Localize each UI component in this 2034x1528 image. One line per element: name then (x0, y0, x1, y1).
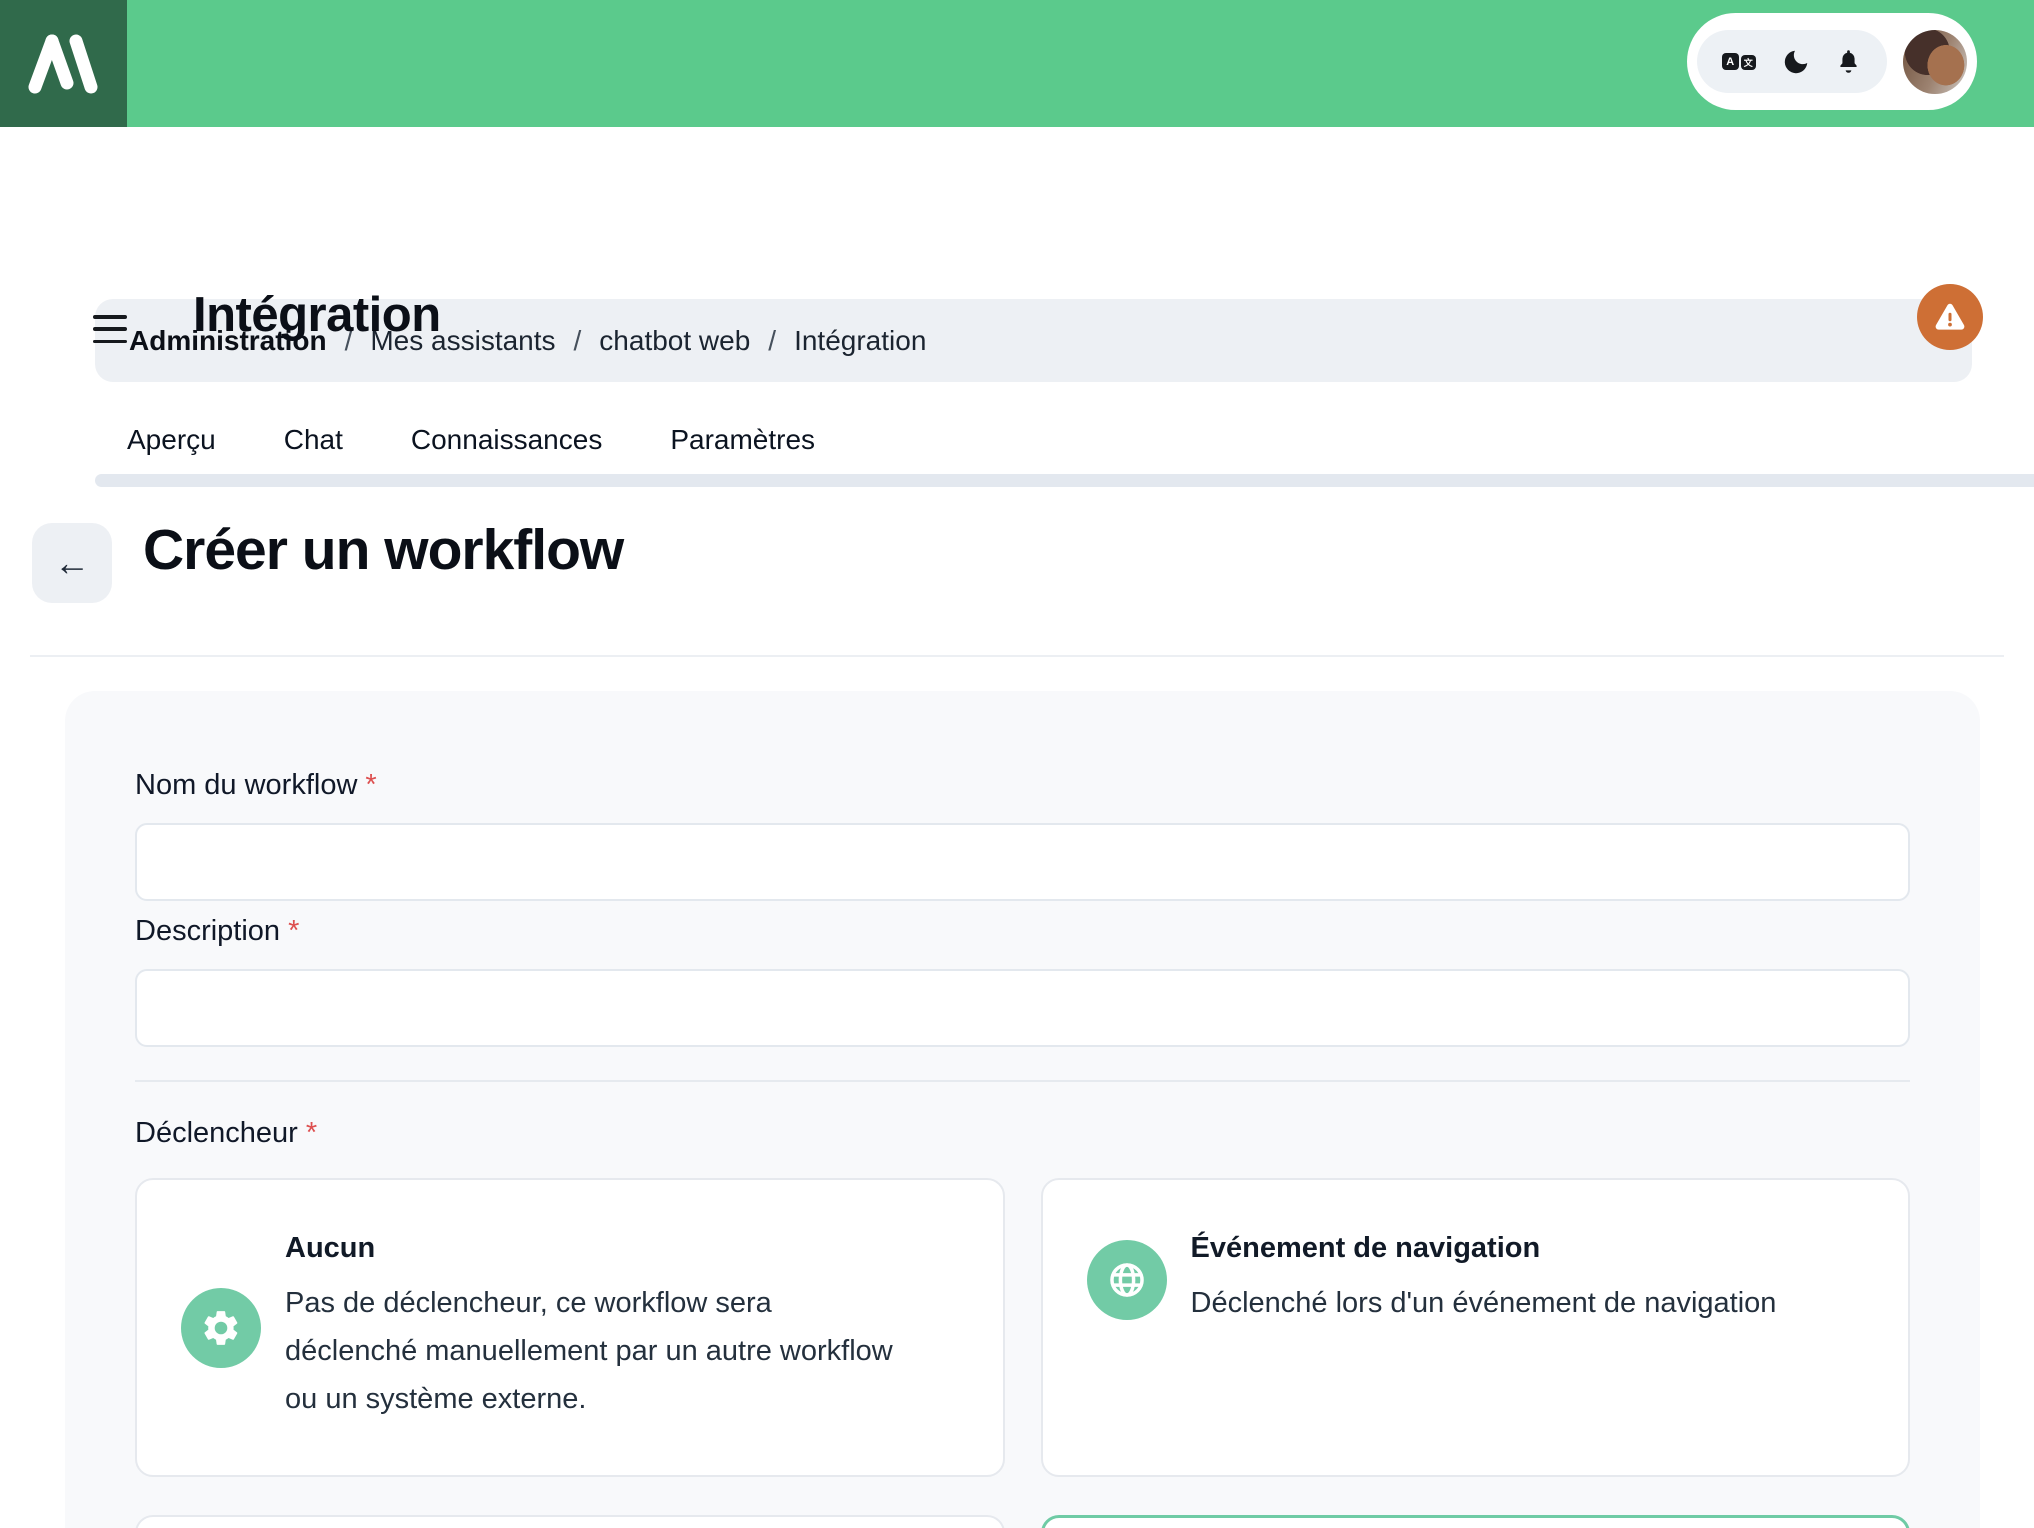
tab-apercu[interactable]: Aperçu (127, 424, 216, 470)
arrow-left-icon: ← (54, 542, 90, 583)
description-input[interactable] (135, 969, 1910, 1047)
trigger-label: Déclencheur * (135, 1117, 318, 1149)
description-label: Description * (135, 915, 300, 947)
bell-icon (1835, 48, 1862, 75)
tab-underline-track (95, 474, 2034, 487)
option-title: Aucun (285, 1232, 376, 1264)
notifications-button[interactable] (1835, 48, 1862, 75)
moon-icon (1781, 47, 1811, 77)
page-title: Intégration (193, 288, 441, 342)
toolbar-icon-group: A 文 (1697, 30, 1887, 93)
back-button[interactable]: ← (32, 523, 112, 603)
hamburger-icon (93, 315, 127, 319)
user-avatar[interactable] (1903, 29, 1967, 94)
breadcrumb-item-integration[interactable]: Intégration (794, 325, 926, 357)
user-toolbar: A 文 (1687, 13, 1977, 110)
brand-logo-icon (27, 33, 101, 95)
tab-chat[interactable]: Chat (284, 424, 343, 470)
page-header: Intégration (0, 127, 2034, 350)
required-marker: * (365, 769, 377, 801)
alert-button[interactable] (1917, 284, 1983, 350)
workflow-header: ← Créer un workflow (0, 487, 2034, 657)
trigger-option-navigation-event[interactable]: Événement de navigation Déclenché lors d… (1040, 1178, 1910, 1477)
app-header: A 文 (0, 0, 2034, 127)
trigger-option-action-event[interactable]: Événement d'action (135, 1515, 1005, 1528)
option-description: Déclenché lors d'un événement de navigat… (1190, 1287, 1777, 1319)
breadcrumb-item-chatbot-web[interactable]: chatbot web (599, 325, 750, 357)
create-workflow-form: Nom du workflow * Description * Déclencheu… (65, 691, 1980, 1528)
trigger-options-grid: Aucun Pas de déclencheur, ce workflow se… (135, 1178, 1910, 1528)
brand-logo[interactable] (0, 0, 127, 127)
tab-bar: Aperçu Chat Connaissances Paramètres (127, 424, 2034, 470)
divider (135, 1080, 1910, 1082)
theme-toggle-button[interactable] (1781, 47, 1811, 77)
warning-icon (1932, 299, 1968, 335)
breadcrumb-separator: / (768, 324, 777, 356)
tab-connaissances[interactable]: Connaissances (411, 424, 602, 470)
trigger-option-conversation-tool[interactable]: Outil de conversation (1040, 1515, 1910, 1528)
breadcrumb-separator: / (573, 324, 582, 356)
translate-button[interactable]: A 文 (1721, 53, 1756, 70)
workflow-name-label: Nom du workflow * (135, 769, 377, 801)
required-marker: * (288, 915, 300, 947)
gear-icon (181, 1287, 261, 1368)
workflow-page-title: Créer un workflow (143, 518, 624, 582)
workflow-name-input[interactable] (135, 823, 1910, 901)
globe-icon (1086, 1239, 1167, 1320)
menu-button[interactable] (93, 315, 127, 343)
required-marker: * (305, 1117, 318, 1149)
divider (30, 655, 2004, 657)
option-description: Pas de déclencheur, ce workflow sera déc… (285, 1287, 893, 1415)
tab-parametres[interactable]: Paramètres (670, 424, 815, 470)
option-title: Événement de navigation (1190, 1232, 1541, 1264)
trigger-option-none[interactable]: Aucun Pas de déclencheur, ce workflow se… (135, 1178, 1005, 1477)
translate-icon: A 文 (1721, 53, 1756, 70)
